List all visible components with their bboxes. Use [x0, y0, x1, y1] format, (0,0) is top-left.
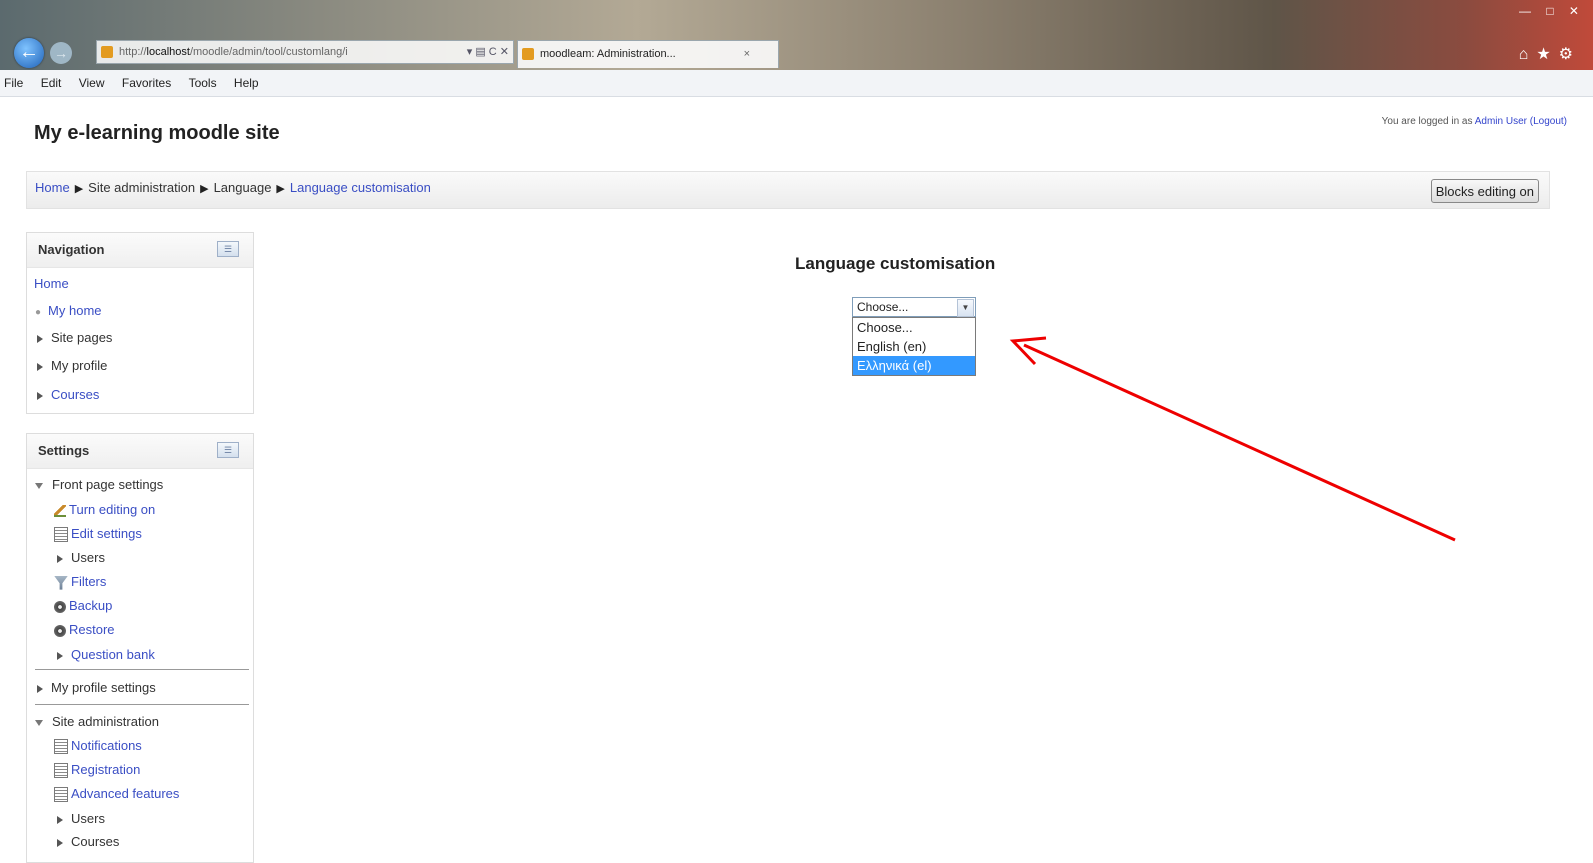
- annotation-arrow-icon: [1009, 336, 1456, 542]
